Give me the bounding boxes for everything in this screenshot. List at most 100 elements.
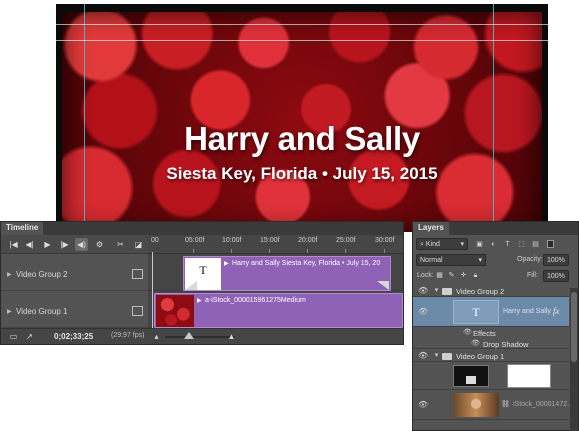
- ruler-tick-label: 10:00f: [222, 237, 242, 244]
- visibility-eye-icon[interactable]: 👁︎: [418, 286, 428, 295]
- tab-layers[interactable]: Layers: [413, 222, 449, 235]
- clip-expand-arrow-icon[interactable]: ▶: [224, 260, 229, 267]
- search-icon: ⌕: [420, 241, 424, 248]
- track-header-video-group-2[interactable]: ▶ Video Group 2: [1, 254, 148, 291]
- guide-line-horizontal[interactable]: [56, 24, 548, 25]
- ruler-tick-label: 30:00f: [375, 237, 395, 244]
- ruler-tickmark: [193, 249, 194, 253]
- clip-expand-arrow-icon[interactable]: ▶: [197, 297, 202, 304]
- track-name: Video Group 2: [16, 270, 68, 279]
- guide-line-vertical[interactable]: [84, 4, 85, 232]
- visibility-eye-icon[interactable]: 👁︎: [418, 400, 428, 409]
- layer-drop-shadow-row[interactable]: 👁︎ Drop Shadow: [413, 338, 569, 349]
- video-layer-thumbnail: [453, 393, 499, 417]
- convert-to-frame-animation-icon[interactable]: ▭: [7, 330, 20, 343]
- zoom-in-icon[interactable]: ▲: [225, 330, 238, 343]
- track-lane-video-group-1: ▶ a-iStock_000015961275Medium: [148, 291, 403, 328]
- fade-in-handle[interactable]: [185, 281, 197, 290]
- guide-line-horizontal[interactable]: [56, 40, 548, 41]
- film-strip-icon[interactable]: [132, 269, 143, 279]
- shape-layer-filter-icon[interactable]: ⬚: [517, 240, 526, 249]
- ruler-tickmark: [345, 249, 346, 253]
- layer-filter-row: ⌕ Kind ▾ ▣ ◐ T ⬚ ▤: [413, 237, 578, 251]
- lock-all-icon[interactable]: 🔒︎: [471, 271, 480, 280]
- previous-frame-icon[interactable]: ◀|: [23, 238, 36, 251]
- go-to-first-frame-icon[interactable]: |◀: [7, 238, 20, 251]
- render-video-icon[interactable]: ↗: [23, 330, 36, 343]
- smart-object-filter-icon[interactable]: ▤: [531, 240, 540, 249]
- layer-text-harry-and-sally[interactable]: 👁︎ T Harry and Sally ... fx: [413, 297, 569, 327]
- next-frame-icon[interactable]: |▶: [58, 238, 71, 251]
- track-header-video-group-1[interactable]: ▶ Video Group 1: [1, 291, 148, 328]
- visibility-eye-icon[interactable]: 👁︎: [418, 307, 428, 316]
- timeline-panel: Timeline |◀ ◀| ▶ |▶ ◀) ⚙ ✂ ◪ 00 05:00f 1…: [0, 221, 404, 345]
- fill-input[interactable]: 100%: [543, 270, 569, 282]
- layer-mask-row[interactable]: [413, 362, 569, 390]
- opacity-label: Opacity:: [517, 256, 543, 263]
- transition-icon[interactable]: ◪: [132, 238, 145, 251]
- clip-label: Harry and Sally Siesta Key, Florida • Ju…: [232, 260, 381, 267]
- layer-effects-row[interactable]: 👁︎ Effects: [413, 327, 569, 338]
- fade-out-handle[interactable]: [377, 281, 389, 290]
- blend-mode-value: Normal: [420, 257, 443, 264]
- visibility-eye-icon[interactable]: 👁︎: [418, 351, 428, 360]
- guide-line-vertical[interactable]: [493, 4, 494, 232]
- drop-shadow-visibility-icon[interactable]: 👁︎: [471, 339, 480, 348]
- filter-kind-dropdown[interactable]: ⌕ Kind ▾: [416, 238, 468, 250]
- lock-row: Lock: ▦ ✎ ✛ 🔒︎ Fill: 100%: [413, 268, 578, 283]
- video-clip[interactable]: ▶ a-iStock_000015961275Medium: [154, 293, 403, 328]
- fx-icon[interactable]: fx: [553, 306, 560, 316]
- audio-speaker-icon[interactable]: ◀): [75, 238, 88, 251]
- lock-transparent-pixels-icon[interactable]: ▦: [435, 271, 444, 280]
- ruler-tick-label: 20:00f: [298, 237, 318, 244]
- link-icon[interactable]: ⛓: [501, 400, 510, 409]
- type-layer-thumbnail: T: [453, 300, 499, 324]
- opacity-input[interactable]: 100%: [543, 254, 569, 266]
- layers-panel: Layers ⌕ Kind ▾ ▣ ◐ T ⬚ ▤ Normal ▾ Opaci…: [412, 221, 579, 431]
- layers-scrollbar[interactable]: [570, 288, 578, 431]
- time-ruler[interactable]: 00 05:00f 10:00f 15:00f 20:00f 25:00f 30…: [148, 235, 403, 254]
- group-name: Video Group 1: [456, 352, 505, 361]
- zoom-out-icon[interactable]: ▴: [150, 330, 163, 343]
- lock-image-pixels-icon[interactable]: ✎: [447, 271, 456, 280]
- adjustment-layer-filter-icon[interactable]: ◐: [489, 240, 498, 249]
- collapse-group-arrow-icon[interactable]: ▾: [432, 351, 441, 360]
- chevron-down-icon: ▾: [478, 257, 482, 264]
- zoom-slider-knob[interactable]: [184, 332, 194, 339]
- expand-track-arrow-icon[interactable]: ▶: [7, 308, 12, 315]
- text-clip[interactable]: T ▶ Harry and Sally Siesta Key, Florida …: [183, 256, 391, 291]
- chevron-down-icon: ▾: [460, 241, 464, 248]
- black-layer-thumbnail: [453, 365, 489, 387]
- layer-group-video-group-2[interactable]: 👁︎ ▾ Video Group 2: [413, 285, 569, 297]
- ruler-tick-label: 15:00f: [260, 237, 280, 244]
- video-canvas: Harry and Sally Siesta Key, Florida • Ju…: [56, 4, 548, 232]
- layer-video-istock[interactable]: 👁︎ ⛓ iStock_00001472...: [413, 390, 573, 420]
- play-icon[interactable]: ▶: [41, 238, 54, 251]
- lock-position-icon[interactable]: ✛: [459, 271, 468, 280]
- type-layer-filter-icon[interactable]: T: [503, 240, 512, 249]
- tab-timeline[interactable]: Timeline: [1, 222, 44, 235]
- blend-mode-dropdown[interactable]: Normal ▾: [416, 254, 486, 266]
- ruler-tick-label: 25:00f: [336, 237, 356, 244]
- split-scissors-icon[interactable]: ✂: [114, 238, 127, 251]
- opacity-value: 100%: [547, 257, 565, 264]
- ruler-tick-label: 00: [151, 237, 159, 244]
- thumbnail-inner-mark: [466, 376, 476, 384]
- clip-label: a-iStock_000015961275Medium: [205, 297, 306, 304]
- settings-gear-icon[interactable]: ⚙: [93, 238, 106, 251]
- folder-icon: [442, 288, 452, 295]
- layer-name: Harry and Sally ...: [503, 308, 559, 315]
- filter-toggle-icon[interactable]: [547, 240, 554, 248]
- ruler-tick-label: 05:00f: [185, 237, 205, 244]
- layer-group-video-group-1[interactable]: 👁︎ ▾ Video Group 1: [413, 350, 569, 362]
- current-timecode: 0;02;33;25: [54, 332, 94, 341]
- expand-track-arrow-icon[interactable]: ▶: [7, 271, 12, 278]
- playhead[interactable]: [152, 252, 153, 328]
- scrollbar-thumb[interactable]: [571, 292, 577, 362]
- effects-visibility-icon[interactable]: 👁︎: [463, 328, 472, 337]
- pixel-layer-filter-icon[interactable]: ▣: [475, 240, 484, 249]
- collapse-group-arrow-icon[interactable]: ▾: [432, 286, 441, 295]
- folder-icon: [442, 353, 452, 360]
- film-strip-icon[interactable]: [132, 306, 143, 316]
- timeline-status-bar: ▭ ↗ 0;02;33;25 (29.97 fps) ▴ ▲: [1, 328, 403, 344]
